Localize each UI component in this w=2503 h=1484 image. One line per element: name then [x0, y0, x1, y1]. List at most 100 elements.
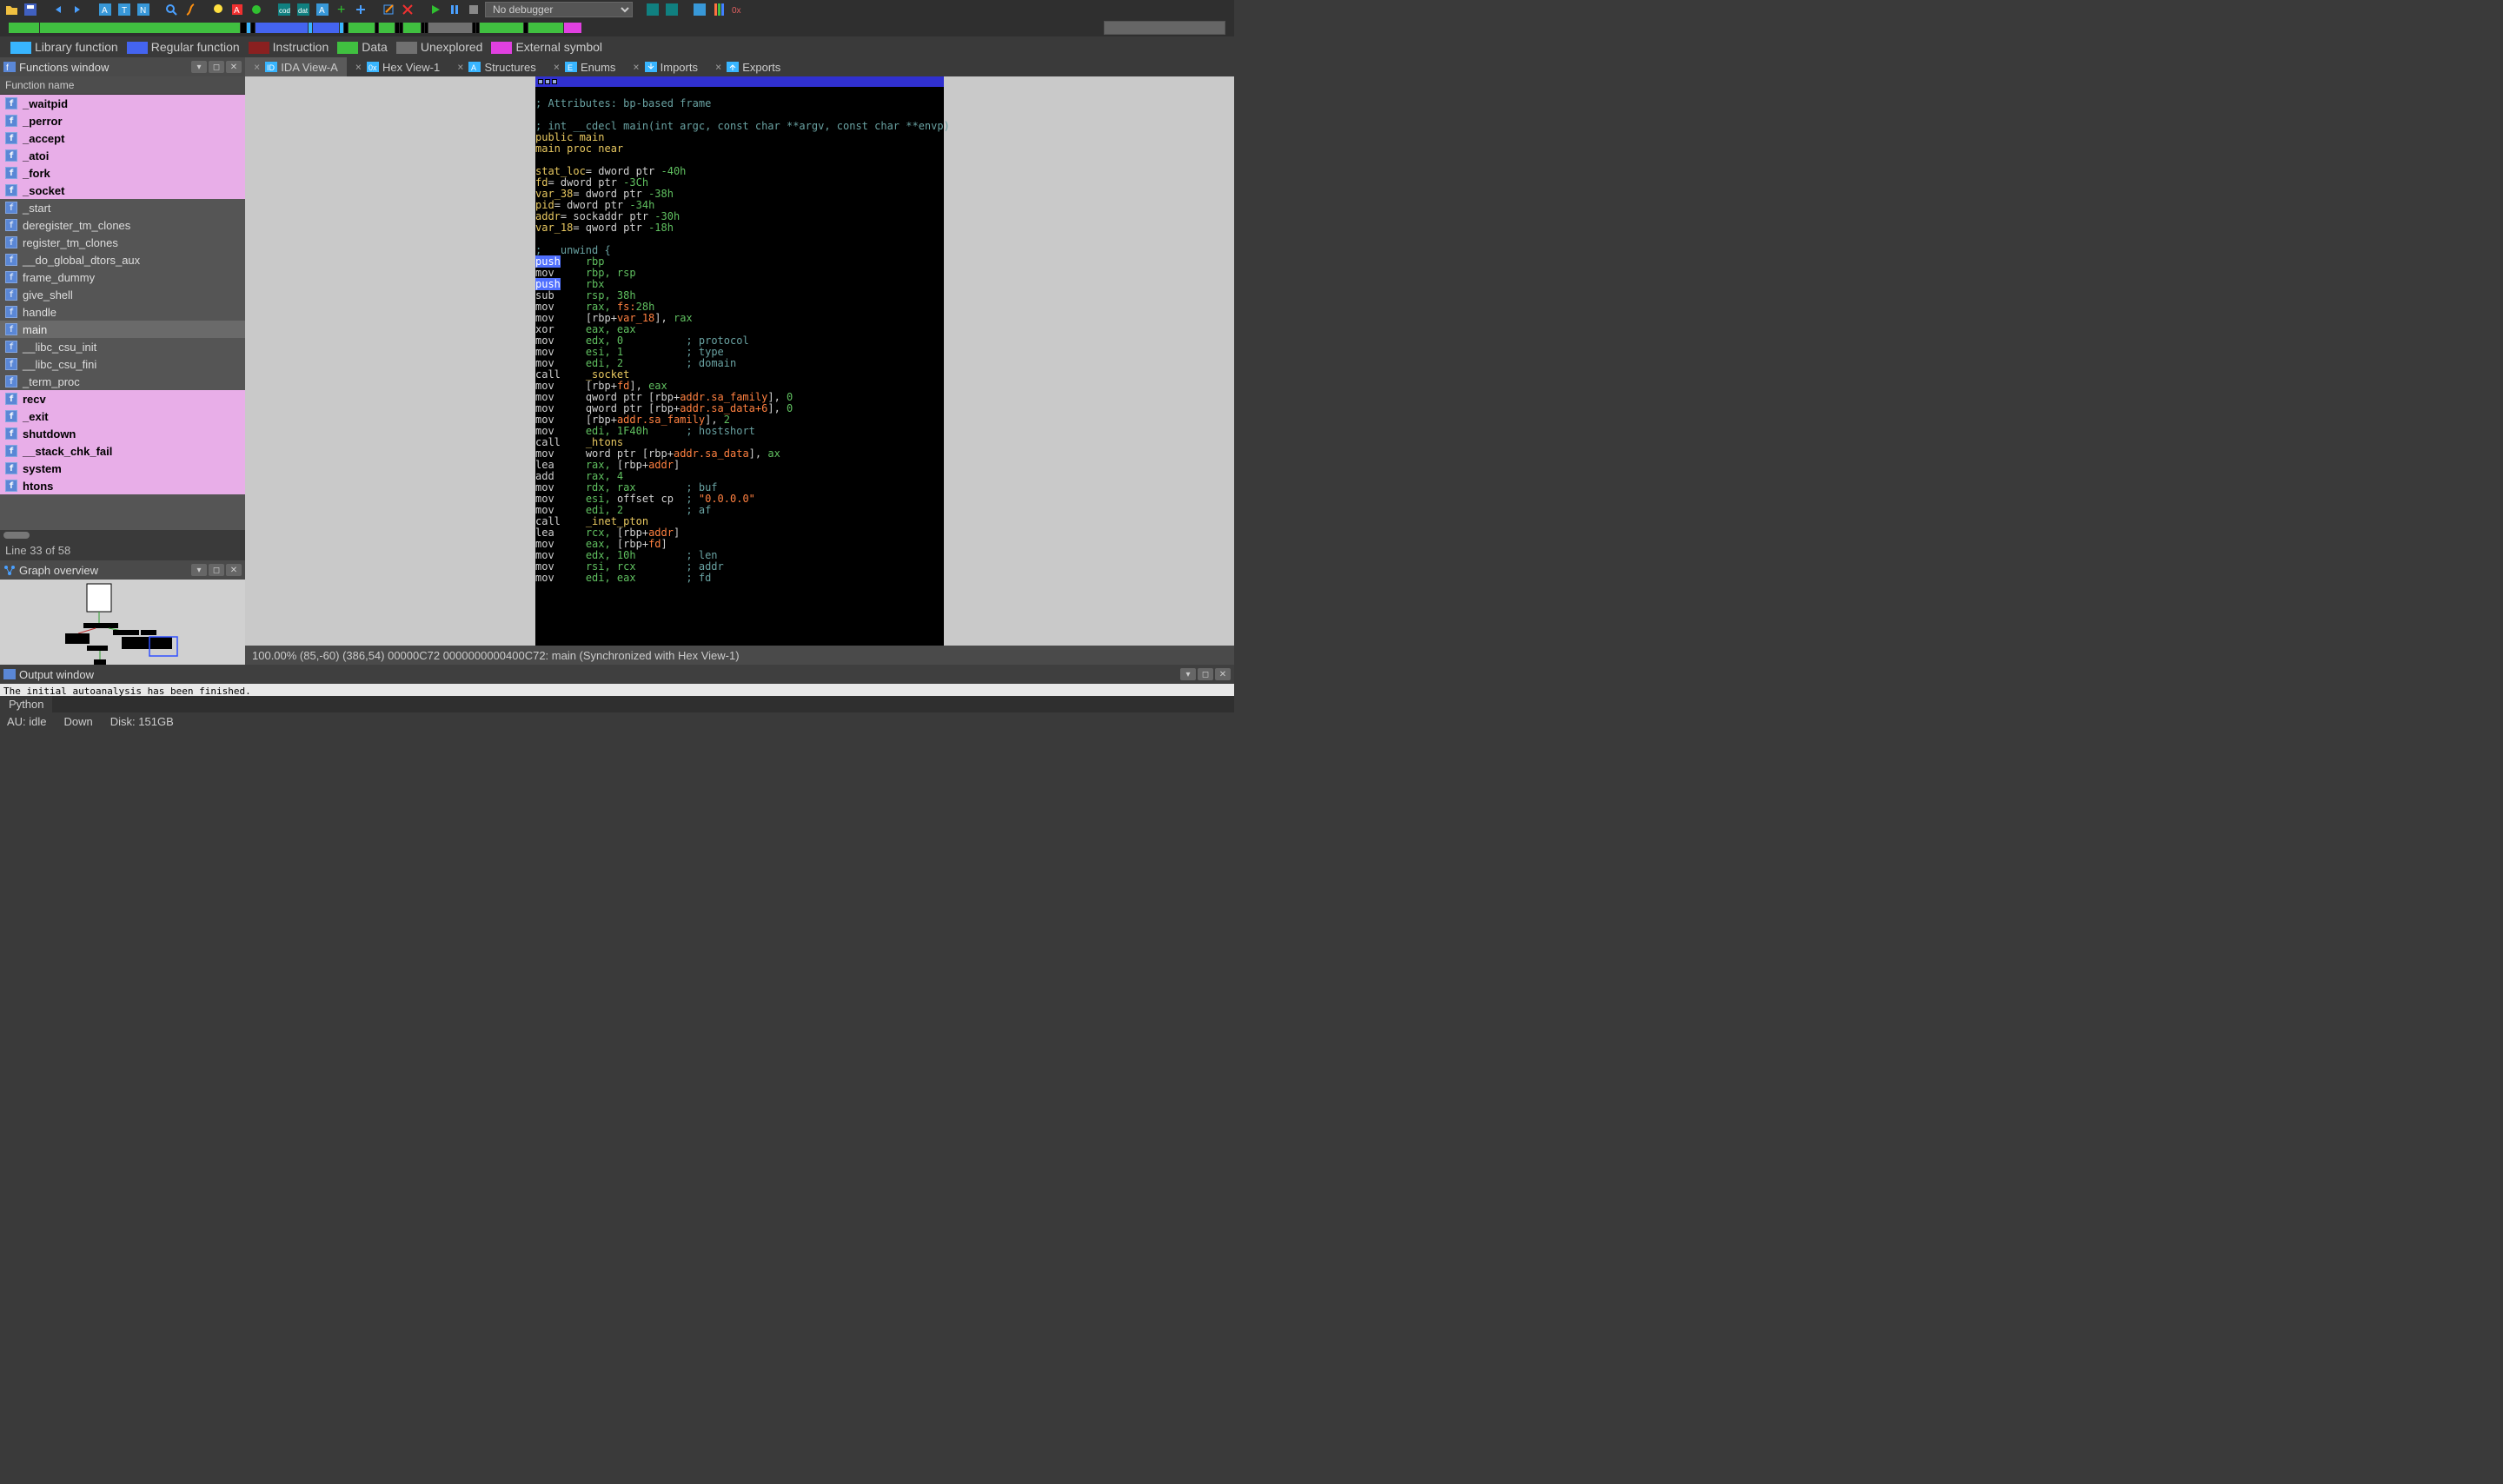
tab-close-icon[interactable]: ×	[457, 61, 463, 73]
output-icon	[3, 668, 16, 680]
tab-label: Enums	[581, 61, 615, 74]
panel-close-icon[interactable]: ✕	[226, 61, 242, 73]
view-tab[interactable]: ×EEnums	[545, 57, 625, 76]
function-item[interactable]: f__do_global_dtors_aux	[0, 251, 245, 268]
data-icon[interactable]: dat	[295, 2, 311, 17]
plus-icon[interactable]: +	[334, 2, 349, 17]
python-tab[interactable]: Python	[0, 696, 52, 712]
tab-close-icon[interactable]: ×	[254, 61, 260, 73]
dot-green-icon[interactable]	[249, 2, 264, 17]
view-tab[interactable]: ×AStructures	[448, 57, 544, 76]
panel-close-icon[interactable]: ✕	[226, 564, 242, 576]
view-tab[interactable]: ×Exports	[707, 57, 789, 76]
tab-close-icon[interactable]: ×	[355, 61, 362, 73]
function-icon: f	[5, 219, 17, 231]
tab-label: Imports	[661, 61, 698, 74]
view-tab[interactable]: ×0xHex View-1	[347, 57, 448, 76]
graph-overview-canvas[interactable]	[0, 580, 245, 665]
run-icon[interactable]	[428, 2, 443, 17]
function-item[interactable]: fframe_dummy	[0, 268, 245, 286]
open-icon[interactable]	[3, 2, 19, 17]
function-item[interactable]: fsystem	[0, 460, 245, 477]
function-item[interactable]: f_accept	[0, 129, 245, 147]
save-icon[interactable]	[23, 2, 38, 17]
pause-icon[interactable]	[447, 2, 462, 17]
function-item[interactable]: f_socket	[0, 182, 245, 199]
function-name: __do_global_dtors_aux	[23, 254, 140, 267]
function-name: shutdown	[23, 427, 76, 441]
disasm-line[interactable]: mov edi, eax ; fd	[535, 573, 944, 584]
code-icon[interactable]: cod	[276, 2, 292, 17]
panel-menu-icon[interactable]: ▾	[1180, 668, 1196, 680]
function-item[interactable]: f__stack_chk_fail	[0, 442, 245, 460]
functions-status: Line 33 of 58	[0, 540, 245, 560]
panel-menu-icon[interactable]: ▾	[191, 61, 207, 73]
functions-list[interactable]: f_waitpidf_perrorf_acceptf_atoif_forkf_s…	[0, 95, 245, 530]
graph-node-titlebar[interactable]	[535, 76, 944, 87]
hex-icon[interactable]: 0x	[730, 2, 746, 17]
nav-zoom-box[interactable]	[1104, 21, 1225, 35]
navigation-band[interactable]	[0, 19, 1234, 36]
edit-icon[interactable]	[381, 2, 396, 17]
svg-text:A: A	[471, 63, 476, 72]
zoom-icon[interactable]	[163, 2, 179, 17]
panel-close-icon[interactable]: ✕	[1215, 668, 1231, 680]
panel-float-icon[interactable]: ◻	[209, 564, 224, 576]
tab-close-icon[interactable]: ×	[633, 61, 639, 73]
function-item[interactable]: f_fork	[0, 164, 245, 182]
view-tab[interactable]: × Imports	[624, 57, 707, 76]
step-into-icon[interactable]	[645, 2, 661, 17]
function-item[interactable]: f__libc_csu_fini	[0, 355, 245, 373]
panel-float-icon[interactable]: ◻	[1198, 668, 1213, 680]
tab-close-icon[interactable]: ×	[554, 61, 560, 73]
function-item[interactable]: f_start	[0, 199, 245, 216]
function-item[interactable]: frecv	[0, 390, 245, 407]
view-tab[interactable]: ×IDIDA View-A	[245, 57, 347, 76]
stop2-icon[interactable]	[466, 2, 481, 17]
disassembly-view[interactable]: ; Attributes: bp-based frame ; int __cde…	[245, 76, 1234, 646]
functions-column-header[interactable]: Function name	[0, 76, 245, 95]
svg-text:+: +	[337, 3, 345, 16]
debugger-select[interactable]: No debugger	[485, 2, 633, 17]
disasm-line[interactable]: main proc near	[535, 143, 944, 155]
function-item[interactable]: f_term_proc	[0, 373, 245, 390]
function-item[interactable]: f__libc_csu_init	[0, 338, 245, 355]
disasm-line[interactable]: var_18= qword ptr -18h	[535, 222, 944, 234]
disassembly-content[interactable]: ; Attributes: bp-based frame ; int __cde…	[535, 87, 944, 584]
calc-icon[interactable]	[692, 2, 707, 17]
function-item[interactable]: f_atoi	[0, 147, 245, 164]
function-item[interactable]: fhtons	[0, 477, 245, 494]
function-item[interactable]: fshutdown	[0, 425, 245, 442]
function-item[interactable]: f_waitpid	[0, 95, 245, 112]
panel-float-icon[interactable]: ◻	[209, 61, 224, 73]
disasm-line[interactable]: ; Attributes: bp-based frame	[535, 98, 944, 109]
function-item[interactable]: fmain	[0, 321, 245, 338]
bulb-icon[interactable]	[210, 2, 226, 17]
function-icon: f	[5, 462, 17, 474]
cross-icon[interactable]	[353, 2, 368, 17]
panel-menu-icon[interactable]: ▾	[191, 564, 207, 576]
arrow-right-icon[interactable]	[70, 2, 85, 17]
function-item[interactable]: fgive_shell	[0, 286, 245, 303]
stop-icon[interactable]: A	[229, 2, 245, 17]
text-t-icon[interactable]: T	[116, 2, 132, 17]
text-a-icon[interactable]: A	[97, 2, 113, 17]
arrow-left-icon[interactable]	[50, 2, 66, 17]
function-item[interactable]: f_perror	[0, 112, 245, 129]
svg-text:N: N	[140, 6, 146, 16]
step-over-icon[interactable]	[664, 2, 680, 17]
options-icon[interactable]	[711, 2, 727, 17]
status-au: AU: idle	[7, 715, 47, 728]
function-name: register_tm_clones	[23, 236, 118, 249]
function-item[interactable]: f_exit	[0, 407, 245, 425]
script-icon[interactable]	[183, 2, 198, 17]
function-item[interactable]: fhandle	[0, 303, 245, 321]
output-text[interactable]: The initial autoanalysis has been finish…	[0, 684, 1234, 696]
delete-icon[interactable]	[400, 2, 415, 17]
tab-close-icon[interactable]: ×	[715, 61, 721, 73]
text-n-icon[interactable]: N	[136, 2, 151, 17]
function-item[interactable]: fregister_tm_clones	[0, 234, 245, 251]
struct-icon[interactable]: A	[315, 2, 330, 17]
function-item[interactable]: fderegister_tm_clones	[0, 216, 245, 234]
functions-hscroll[interactable]	[0, 530, 245, 540]
